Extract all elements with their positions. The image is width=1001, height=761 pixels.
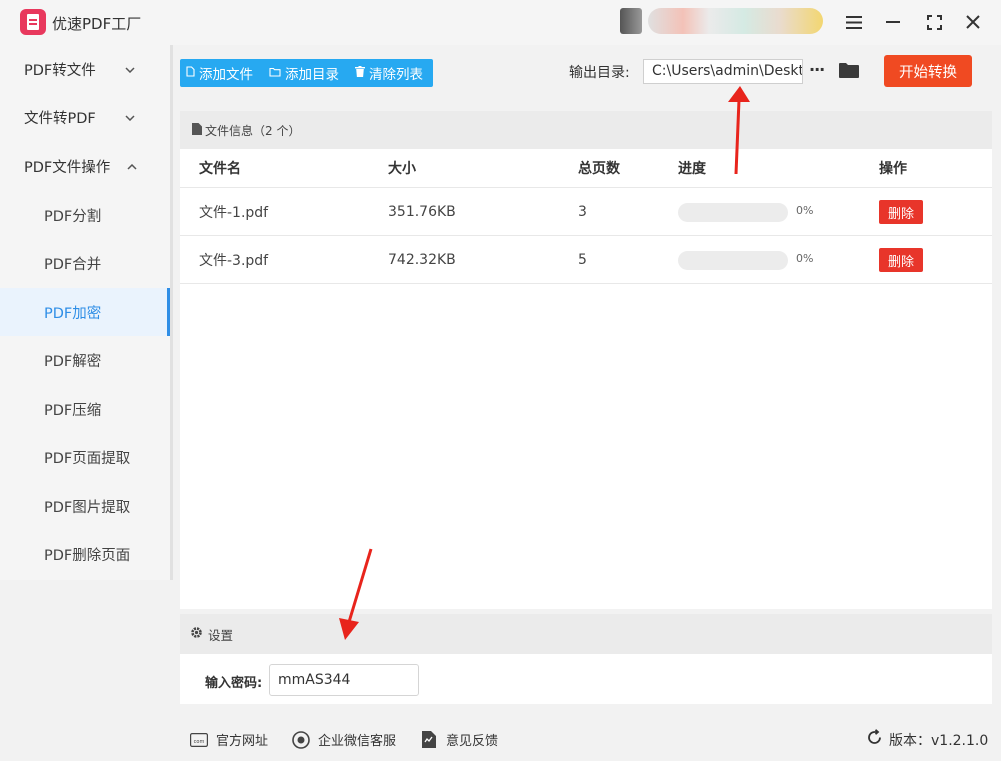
progress-percent: 0% (796, 204, 814, 217)
sidebar-item-label: PDF删除页面 (44, 547, 131, 564)
sidebar-item-pdf-compress[interactable]: PDF压缩 (0, 385, 170, 433)
add-file-button[interactable]: 添加文件 (186, 63, 253, 83)
maximize-icon[interactable] (922, 10, 946, 34)
settings-header: 设置 (180, 614, 992, 654)
sidebar-group-label: 文件转PDF (24, 110, 96, 127)
delete-button[interactable]: 删除 (879, 200, 923, 224)
sidebar-item-label: PDF解密 (44, 353, 102, 370)
sidebar-scrollbar[interactable] (170, 45, 173, 580)
refresh-icon (866, 729, 883, 751)
sidebar-item-pdf-page-extract[interactable]: PDF页面提取 (0, 433, 170, 481)
progress-bar (678, 203, 788, 222)
trash-icon (355, 66, 365, 80)
website-icon: com (190, 732, 208, 748)
app-title: 优速PDF工厂 (52, 15, 142, 33)
sidebar-item-pdf-image-extract[interactable]: PDF图片提取 (0, 482, 170, 530)
chat-icon (292, 730, 310, 749)
close-icon[interactable] (961, 10, 985, 34)
delete-button[interactable]: 删除 (879, 248, 923, 272)
wechat-label: 企业微信客服 (318, 734, 397, 749)
sidebar-item-pdf-encrypt[interactable]: PDF加密 (0, 288, 170, 336)
page-count-cell: 5 (578, 252, 587, 268)
add-folder-button[interactable]: 添加目录 (269, 63, 339, 83)
sidebar-group-label: PDF文件操作 (24, 159, 111, 176)
feedback-label: 意见反馈 (446, 734, 499, 749)
official-website-link[interactable]: com 官方网址 (190, 730, 268, 749)
folder-icon (269, 66, 281, 80)
pdf-logo-icon (20, 9, 46, 35)
version-label: 版本：v1.2.1.0 (889, 733, 989, 749)
settings-body: 输入密码: mmAS344 (180, 654, 992, 704)
user-name-blurred[interactable] (648, 8, 823, 34)
gear-icon (190, 626, 203, 643)
more-options-button[interactable]: ··· (809, 60, 825, 79)
clear-list-label: 清除列表 (369, 67, 423, 83)
file-size-cell: 351.76KB (388, 204, 456, 220)
file-list-panel: 文件信息（2 个） 文件名 大小 总页数 进度 操作 文件-1.pdf 351.… (180, 111, 992, 609)
svg-text:com: com (194, 739, 205, 745)
minimize-icon[interactable] (881, 10, 905, 34)
output-dir-label: 输出目录: (569, 65, 630, 81)
table-row[interactable]: 文件-3.pdf 742.32KB 5 0% 删除 (180, 236, 992, 284)
file-name-cell: 文件-3.pdf (199, 253, 269, 269)
file-size-cell: 742.32KB (388, 252, 456, 268)
feedback-icon (420, 731, 438, 748)
footer: com 官方网址 企业微信客服 意见反馈 版本：v1.2.1.0 (172, 716, 1001, 761)
sidebar-item-label: PDF加密 (44, 305, 102, 322)
output-dir-field[interactable]: C:\Users\admin\Desktop (643, 59, 803, 84)
password-label: 输入密码: (205, 676, 263, 691)
sidebar-item-label: PDF页面提取 (44, 450, 131, 467)
column-header-size: 大小 (388, 161, 416, 177)
sidebar-item-label: PDF分割 (44, 208, 102, 225)
file-toolbar: 添加文件 添加目录 清除列表 (180, 59, 433, 87)
column-header-progress: 进度 (678, 161, 706, 177)
column-header-name: 文件名 (199, 161, 241, 177)
sidebar-group-file-to-pdf[interactable]: 文件转PDF (0, 93, 170, 141)
password-input[interactable]: mmAS344 (269, 664, 419, 696)
file-info-title: 文件信息（2 个） (205, 123, 301, 138)
progress-percent: 0% (796, 252, 814, 265)
feedback-link[interactable]: 意见反馈 (420, 730, 498, 749)
sidebar-item-label: PDF图片提取 (44, 499, 131, 516)
page-count-cell: 3 (578, 204, 587, 220)
sidebar-group-pdf-to-file[interactable]: PDF转文件 (0, 45, 170, 93)
sidebar-item-pdf-merge[interactable]: PDF合并 (0, 239, 170, 287)
sidebar-group-pdf-operations[interactable]: PDF文件操作 (0, 142, 170, 190)
sidebar-item-label: PDF合并 (44, 256, 102, 273)
sidebar-item-label: PDF压缩 (44, 402, 102, 419)
website-label: 官方网址 (216, 734, 269, 749)
chevron-up-icon (127, 160, 137, 173)
chevron-down-icon (125, 111, 135, 124)
add-folder-label: 添加目录 (285, 67, 339, 83)
file-icon (186, 66, 195, 80)
sidebar-group-label: PDF转文件 (24, 62, 96, 79)
wechat-support-link[interactable]: 企业微信客服 (292, 730, 396, 749)
column-header-pages: 总页数 (578, 161, 620, 177)
clear-list-button[interactable]: 清除列表 (355, 63, 423, 83)
sidebar-item-pdf-decrypt[interactable]: PDF解密 (0, 336, 170, 384)
sidebar: PDF转文件 文件转PDF PDF文件操作 PDF分割 PDF合并 PDF加密 … (0, 45, 170, 580)
file-info-header: 文件信息（2 个） (180, 111, 992, 149)
menu-icon[interactable] (842, 10, 866, 34)
open-folder-icon[interactable] (839, 62, 859, 78)
version-info[interactable]: 版本：v1.2.1.0 (866, 729, 988, 751)
file-name-cell: 文件-1.pdf (199, 205, 269, 221)
document-icon (192, 122, 202, 138)
table-row[interactable]: 文件-1.pdf 351.76KB 3 0% 删除 (180, 188, 992, 236)
sidebar-item-pdf-delete-pages[interactable]: PDF删除页面 (0, 530, 170, 578)
chevron-down-icon (125, 63, 135, 76)
user-avatar-blurred[interactable] (620, 8, 642, 34)
start-convert-button[interactable]: 开始转换 (884, 55, 972, 87)
add-file-label: 添加文件 (199, 67, 253, 83)
sidebar-item-pdf-split[interactable]: PDF分割 (0, 191, 170, 239)
column-header-action: 操作 (879, 161, 907, 177)
settings-title: 设置 (208, 627, 234, 643)
progress-bar (678, 251, 788, 270)
title-bar: 优速PDF工厂 (0, 0, 1001, 45)
